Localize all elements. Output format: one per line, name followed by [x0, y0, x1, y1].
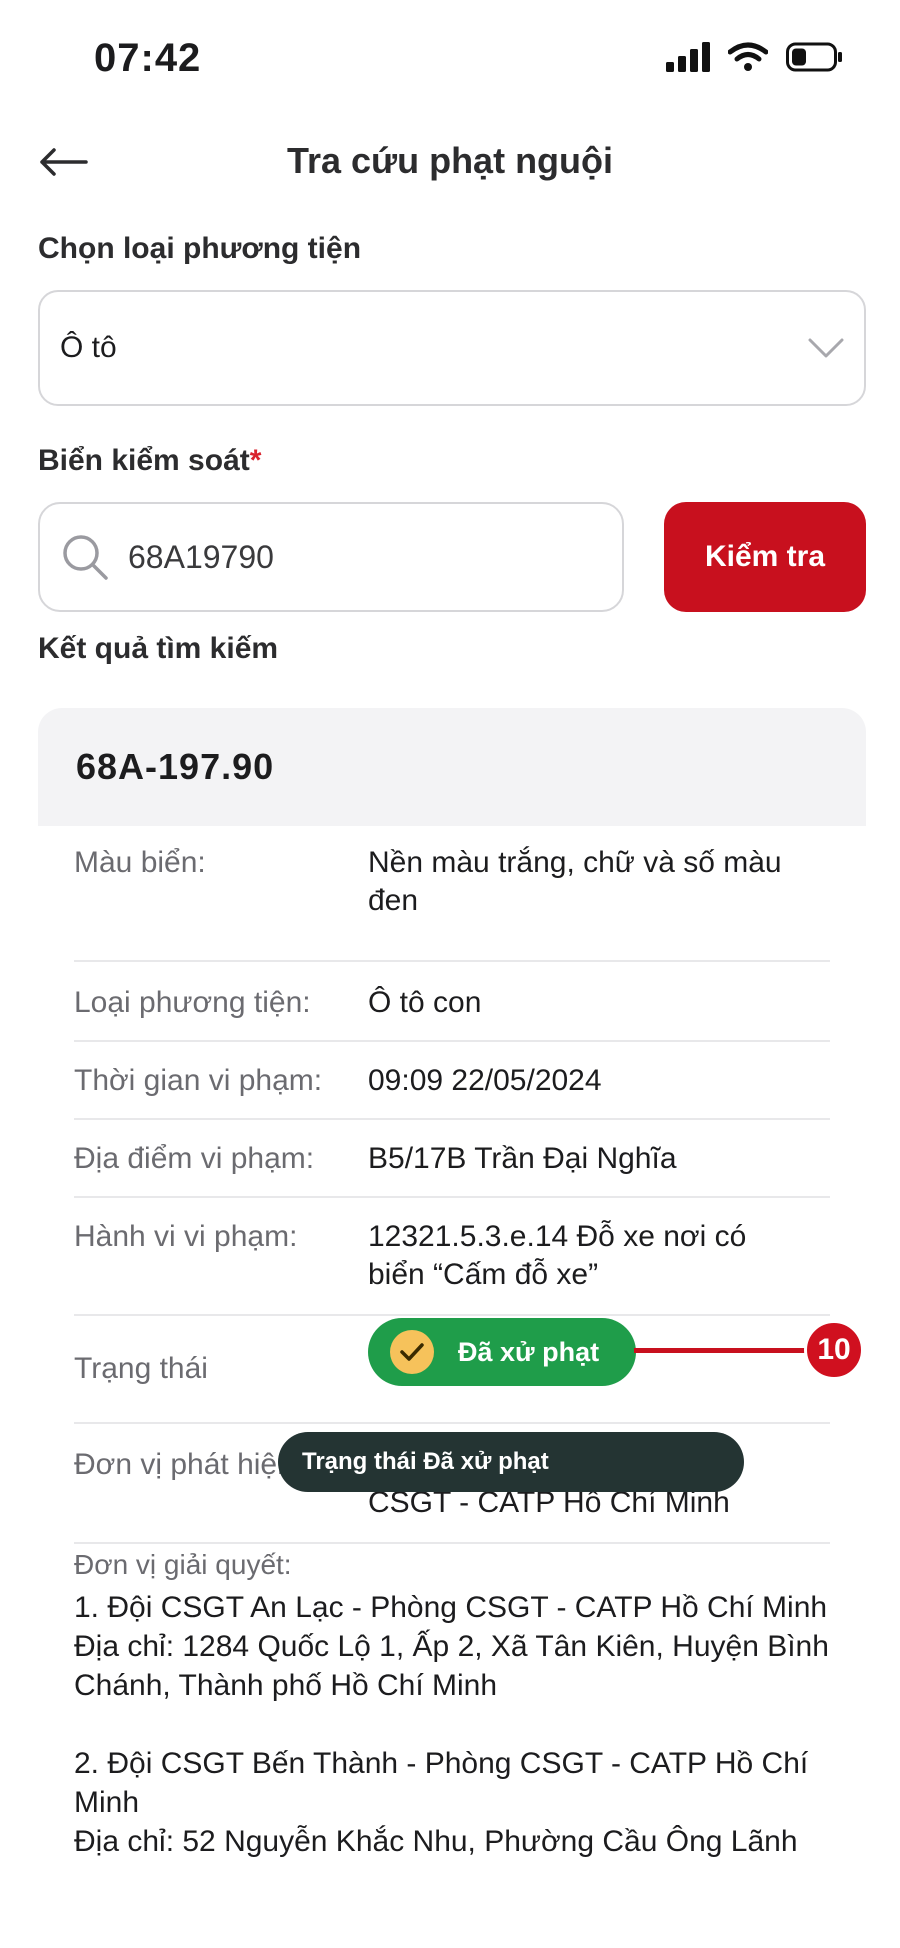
bottom-edge — [0, 1872, 900, 1948]
info-label: Màu biển: — [74, 846, 206, 879]
status-icons — [666, 42, 844, 72]
status-badge: Đã xử phạt — [368, 1318, 636, 1386]
status-badge-text: Đã xử phạt — [458, 1336, 600, 1367]
vehicle-type-select[interactable]: Ô tô — [38, 290, 866, 406]
vehicle-type-value: Ô tô — [60, 331, 117, 364]
plate-label-text: Biển kiểm soát — [38, 444, 250, 477]
annotation-step-badge: 10 — [804, 1320, 864, 1380]
info-value: 12321.5.3.e.14 Đỗ xe nơi có biển “Cấm đỗ… — [368, 1220, 747, 1291]
required-star: * — [249, 444, 262, 477]
info-label: Thời gian vi phạm: — [74, 1064, 323, 1097]
check-circle-icon — [390, 1330, 434, 1374]
plate-label: Biển kiểm soát* — [38, 444, 261, 478]
check-button[interactable]: Kiểm tra — [664, 502, 866, 612]
info-label: Trạng thái — [74, 1352, 208, 1385]
wifi-icon — [728, 42, 768, 71]
info-label: Loại phương tiện: — [74, 986, 311, 1019]
status-time: 07:42 — [94, 36, 202, 80]
info-value: Nền màu trắng, chữ và số màu đen — [368, 846, 782, 917]
plate-input[interactable] — [128, 538, 558, 576]
info-label: Hành vi vi phạm: — [74, 1220, 298, 1253]
info-value: Ô tô con — [368, 986, 482, 1019]
info-value: 09:09 22/05/2024 — [368, 1064, 602, 1097]
info-value: B5/17B Trần Đại Nghĩa — [368, 1142, 677, 1175]
info-row-violation-place: Địa điểm vi phạm: B5/17B Trần Đại Nghĩa — [74, 1120, 830, 1198]
info-row-violation-time: Thời gian vi phạm: 09:09 22/05/2024 — [74, 1042, 830, 1120]
resolving-unit-text: 1. Đội CSGT An Lạc - Phòng CSGT - CATP H… — [74, 1591, 829, 1858]
info-label: Địa điểm vi phạm: — [74, 1142, 315, 1175]
info-row-violation-behavior: Hành vi vi phạm: 12321.5.3.e.14 Đỗ xe nơ… — [74, 1198, 830, 1316]
page-title: Tra cứu phạt nguội — [286, 140, 614, 181]
resolving-unit-label: Đơn vị giải quyết: — [74, 1549, 292, 1580]
signal-icon — [666, 42, 710, 72]
search-icon — [63, 535, 108, 580]
result-card-header: 68A-197.90 — [38, 708, 866, 826]
chevron-down-icon — [808, 338, 844, 358]
resolving-unit-block: Đơn vị giải quyết: 1. Đội CSGT An Lạc - … — [74, 1546, 854, 1861]
info-row-vehicle-type: Loại phương tiện: Ô tô con — [74, 962, 830, 1042]
vehicle-type-label: Chọn loại phương tiện — [38, 232, 362, 265]
plate-input-box[interactable] — [38, 502, 624, 612]
annotation-line — [634, 1348, 806, 1353]
results-label: Kết quả tìm kiếm — [38, 632, 279, 665]
battery-icon — [786, 42, 842, 72]
result-plate-number: 68A-197.90 — [76, 746, 275, 787]
result-card: 68A-197.90 Màu biển: Nền màu trắng, chữ … — [38, 708, 866, 1948]
info-row-plate-color: Màu biển: Nền màu trắng, chữ và số màu đ… — [74, 844, 830, 962]
status-tooltip: Trạng thái Đã xử phạt — [278, 1432, 744, 1492]
